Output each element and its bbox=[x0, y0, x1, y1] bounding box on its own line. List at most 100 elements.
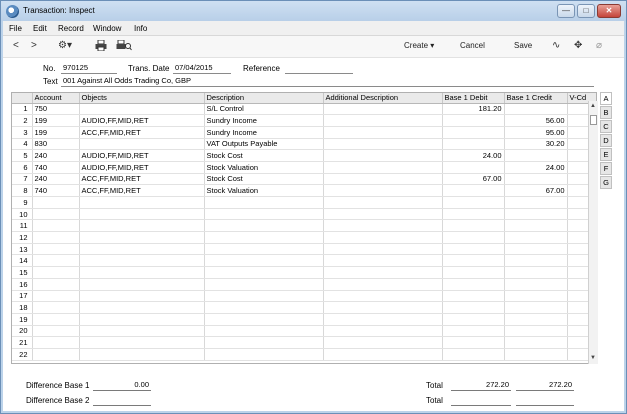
cell-description[interactable]: Sundry Income bbox=[204, 114, 324, 127]
cell-additional-description[interactable] bbox=[323, 325, 443, 338]
column-header-additional-description[interactable]: Additional Description bbox=[323, 93, 443, 104]
cell-base1-debit[interactable] bbox=[442, 114, 505, 127]
cell-description[interactable]: Sundry Income bbox=[204, 126, 324, 139]
cell-objects[interactable] bbox=[79, 231, 205, 244]
cell-objects[interactable] bbox=[79, 290, 205, 303]
cell-account[interactable] bbox=[32, 196, 80, 209]
link-icon[interactable]: ∿ bbox=[552, 40, 560, 52]
maximize-button[interactable]: □ bbox=[577, 4, 595, 18]
table-row[interactable]: 7 240 ACC,FF,MID,RET Stock Cost 67.00 bbox=[12, 173, 596, 186]
cell-objects[interactable] bbox=[79, 254, 205, 268]
table-row[interactable]: 14 bbox=[12, 254, 596, 268]
column-header-row-number[interactable] bbox=[12, 93, 33, 104]
table-row[interactable]: 12 bbox=[12, 231, 596, 244]
cell-objects[interactable] bbox=[79, 219, 205, 233]
cell-additional-description[interactable] bbox=[323, 348, 443, 361]
cell-objects[interactable]: ACC,FF,MID,RET bbox=[79, 173, 205, 186]
cell-additional-description[interactable] bbox=[323, 301, 443, 314]
no-field[interactable]: 970125 bbox=[61, 63, 117, 74]
cell-additional-description[interactable] bbox=[323, 184, 443, 197]
cell-additional-description[interactable] bbox=[323, 161, 443, 174]
tab-b[interactable]: B bbox=[600, 106, 612, 119]
table-row[interactable]: 18 bbox=[12, 301, 596, 314]
cell-description[interactable] bbox=[204, 336, 324, 349]
cell-additional-description[interactable] bbox=[323, 208, 443, 221]
cell-account[interactable]: 750 bbox=[32, 103, 80, 116]
cell-description[interactable] bbox=[204, 325, 324, 338]
cell-base1-debit[interactable] bbox=[442, 231, 505, 244]
cell-base1-debit[interactable] bbox=[442, 313, 505, 326]
cell-base1-credit[interactable]: 95.00 bbox=[504, 126, 568, 139]
cell-account[interactable] bbox=[32, 243, 80, 256]
cell-additional-description[interactable] bbox=[323, 114, 443, 127]
cell-objects[interactable] bbox=[79, 348, 205, 361]
cell-description[interactable] bbox=[204, 348, 324, 361]
menu-info[interactable]: Info bbox=[134, 24, 147, 33]
cell-objects[interactable] bbox=[79, 103, 205, 116]
cell-description[interactable]: Stock Cost bbox=[204, 149, 324, 162]
cell-base1-credit[interactable] bbox=[504, 254, 568, 268]
column-header-description[interactable]: Description bbox=[204, 93, 324, 104]
cell-base1-credit[interactable] bbox=[504, 196, 568, 209]
cell-base1-debit[interactable] bbox=[442, 266, 505, 279]
cell-objects[interactable] bbox=[79, 278, 205, 291]
cell-base1-credit[interactable] bbox=[504, 301, 568, 314]
cell-base1-credit[interactable] bbox=[504, 313, 568, 326]
cell-description[interactable] bbox=[204, 196, 324, 209]
table-row[interactable]: 2199AUDIO,FF,MID,RETSundry Income56.001 bbox=[12, 114, 596, 127]
cell-base1-credit[interactable] bbox=[504, 149, 568, 162]
cell-objects[interactable] bbox=[79, 313, 205, 326]
cell-base1-debit[interactable] bbox=[442, 196, 505, 209]
table-row[interactable]: 3199ACC,FF,MID,RETSundry Income95.001 bbox=[12, 126, 596, 139]
cell-objects[interactable] bbox=[79, 336, 205, 349]
column-header-account[interactable]: Account bbox=[32, 93, 80, 104]
table-row[interactable]: 1 750 S/L Control 181.20 bbox=[12, 103, 596, 116]
cell-description[interactable] bbox=[204, 254, 324, 268]
cell-additional-description[interactable] bbox=[323, 231, 443, 244]
cell-base1-credit[interactable] bbox=[504, 278, 568, 291]
tab-f[interactable]: F bbox=[600, 162, 612, 175]
cell-base1-debit[interactable]: 24.00 bbox=[442, 149, 505, 162]
cell-base1-debit[interactable] bbox=[442, 219, 505, 233]
cell-description[interactable]: S/L Control bbox=[204, 103, 324, 116]
back-icon[interactable]: < bbox=[13, 40, 19, 52]
table-row[interactable]: 5 240 AUDIO,FF,MID,RET Stock Cost 24.00 bbox=[12, 149, 596, 162]
cell-base1-credit[interactable] bbox=[504, 219, 568, 233]
cell-account[interactable] bbox=[32, 219, 80, 233]
table-row[interactable]: 9 bbox=[12, 196, 596, 209]
cell-base1-credit[interactable] bbox=[504, 325, 568, 338]
cell-account[interactable] bbox=[32, 290, 80, 303]
cell-description[interactable]: Stock Valuation bbox=[204, 161, 324, 174]
cell-additional-description[interactable] bbox=[323, 278, 443, 291]
cell-base1-debit[interactable] bbox=[442, 138, 505, 151]
cell-account[interactable] bbox=[32, 325, 80, 338]
cell-description[interactable]: Stock Cost bbox=[204, 173, 324, 186]
cell-description[interactable] bbox=[204, 313, 324, 326]
table-row[interactable]: 6 740 AUDIO,FF,MID,RET Stock Valuation 24.00 bbox=[12, 161, 596, 174]
tab-g[interactable]: G bbox=[600, 176, 612, 189]
cell-objects[interactable] bbox=[79, 266, 205, 279]
table-row[interactable]: 22 bbox=[12, 348, 596, 361]
column-header-base1-debit[interactable]: Base 1 Debit bbox=[442, 93, 505, 104]
table-row[interactable]: 8 740 ACC,FF,MID,RET Stock Valuation 67.00 bbox=[12, 184, 596, 197]
cell-account[interactable] bbox=[32, 266, 80, 279]
trans-date-field[interactable]: 07/04/2015 bbox=[173, 63, 231, 74]
cell-base1-debit[interactable] bbox=[442, 290, 505, 303]
cell-description[interactable] bbox=[204, 208, 324, 221]
cell-base1-credit[interactable] bbox=[504, 243, 568, 256]
cell-base1-credit[interactable] bbox=[504, 266, 568, 279]
cell-description[interactable] bbox=[204, 266, 324, 279]
cell-description[interactable]: VAT Outputs Payable bbox=[204, 138, 324, 151]
cell-base1-debit[interactable] bbox=[442, 254, 505, 268]
cell-account[interactable] bbox=[32, 301, 80, 314]
cell-additional-description[interactable] bbox=[323, 254, 443, 268]
table-row[interactable]: 20 bbox=[12, 325, 596, 338]
tab-c[interactable]: C bbox=[600, 120, 612, 133]
table-row[interactable]: 4 830 VAT Outputs Payable 30.20 bbox=[12, 138, 596, 151]
cell-base1-debit[interactable] bbox=[442, 336, 505, 349]
print-icon[interactable] bbox=[95, 39, 107, 55]
table-row[interactable]: 10 bbox=[12, 208, 596, 221]
cell-account[interactable] bbox=[32, 313, 80, 326]
cell-objects[interactable] bbox=[79, 325, 205, 338]
cell-additional-description[interactable] bbox=[323, 126, 443, 139]
